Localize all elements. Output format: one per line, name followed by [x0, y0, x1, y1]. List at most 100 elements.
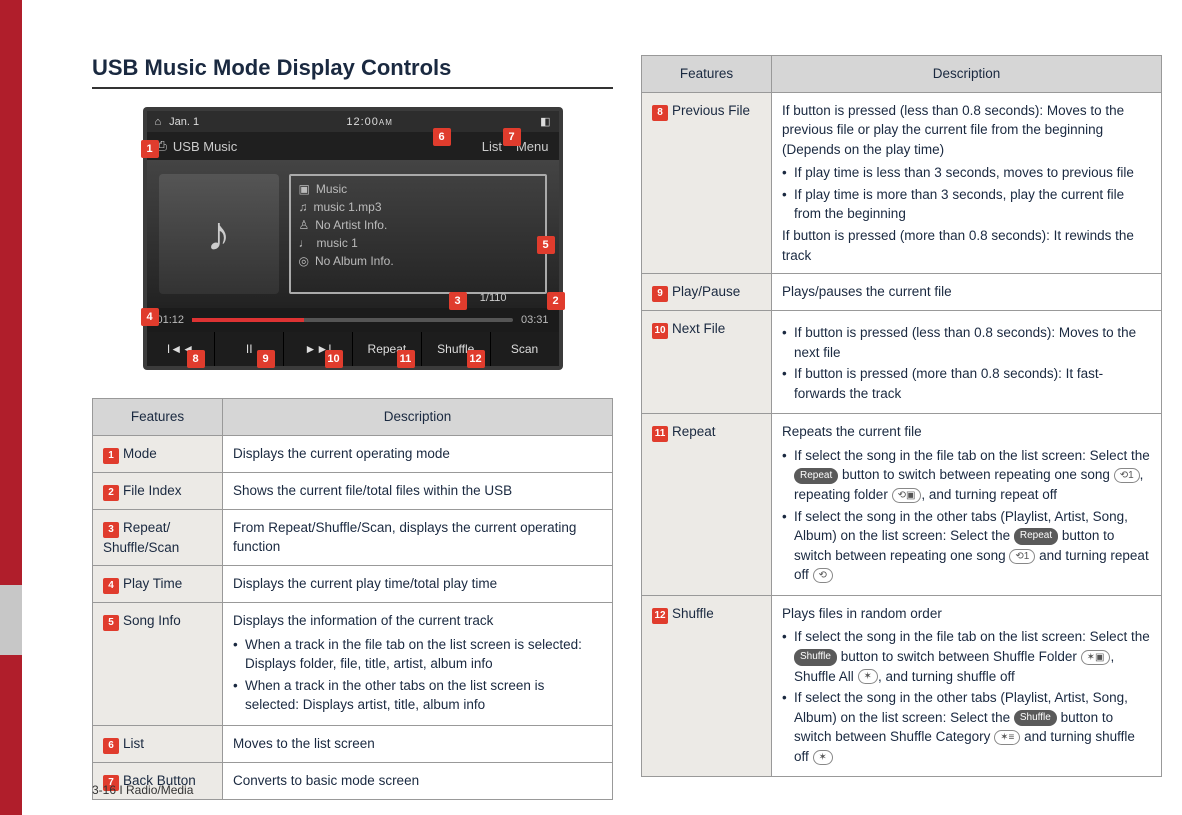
row-desc: Displays the current operating mode: [223, 435, 613, 472]
desc-bullet: If select the song in the other tabs (Pl…: [782, 507, 1151, 585]
table-row: 2 File Index Shows the current file/total…: [93, 472, 613, 509]
progress-bar[interactable]: [192, 318, 513, 322]
callout-5: 5: [537, 236, 555, 254]
row-desc: If button is pressed (less than 0.8 seco…: [772, 92, 1162, 274]
text: If select the song in the file tab on th…: [794, 629, 1150, 644]
folder-icon: ▣: [299, 182, 310, 196]
table-header-row: Features Description: [93, 399, 613, 436]
text: button to switch between Shuffle Folder: [837, 649, 1081, 664]
features-table-right: Features Description 8Previous File If b…: [641, 55, 1162, 777]
desc-outro: If button is pressed (more than 0.8 seco…: [782, 228, 1134, 263]
row-num: 1: [103, 448, 119, 464]
artist-icon: ♙: [299, 218, 310, 232]
row-feature: Repeat: [672, 424, 716, 439]
row-feature: Play/Pause: [672, 284, 740, 299]
info-file: music 1.mp3: [314, 200, 382, 214]
table-row: 1 Mode Displays the current operating mod…: [93, 435, 613, 472]
desc-intro: Repeats the current file: [782, 424, 922, 439]
table-row: 12 Shuffle Plays files in random order If…: [642, 595, 1162, 777]
desc-bullet: If play time is more than 3 seconds, pla…: [782, 185, 1151, 224]
status-date: Jan. 1: [169, 116, 199, 128]
callout-1: 1: [141, 140, 159, 158]
file-icon: ♫: [299, 200, 308, 214]
desc-bullet: If select the song in the other tabs (Pl…: [782, 688, 1151, 766]
shuffle-all-icon: ✶: [858, 669, 878, 684]
row-feature: Mode: [123, 446, 157, 461]
desc-intro: Plays files in random order: [782, 606, 942, 621]
album-art-icon: ♪: [159, 174, 279, 294]
text: button to switch between repeating one s…: [838, 467, 1113, 482]
prev-button[interactable]: I◄◄: [147, 332, 216, 366]
song-info-box: ▣ Music ♫ music 1.mp3 ♙ No Artist Info. ♩ mu…: [289, 174, 547, 294]
callout-4: 4: [141, 308, 159, 326]
home-icon: ⌂: [155, 116, 162, 128]
table-row: 9 Play/Pause Plays/pauses the current fil…: [642, 274, 1162, 311]
table-row: 4 Play Time Displays the current play tim…: [93, 566, 613, 603]
th-description: Description: [772, 56, 1162, 93]
row-feature: Next File: [672, 321, 725, 336]
row-desc: If button is pressed (less than 0.8 seco…: [772, 311, 1162, 414]
table-row: 6List Moves to the list screen: [93, 725, 613, 762]
row-num: 5: [103, 615, 119, 631]
callout-7: 7: [503, 128, 521, 146]
info-folder: Music: [316, 182, 347, 196]
left-column: USB Music Mode Display Controls ⌂ Jan. 1…: [92, 55, 613, 795]
row-feature: Play Time: [123, 576, 182, 591]
desc-intro: Displays the information of the current …: [233, 613, 493, 628]
row-desc: Converts to basic mode screen: [223, 762, 613, 799]
radio-icon: ◧: [540, 115, 550, 128]
menu-button[interactable]: Menu: [516, 139, 549, 154]
desc-bullet: If select the song in the file tab on th…: [782, 446, 1151, 505]
gray-side-tab: [0, 585, 22, 655]
info-artist: No Artist Info.: [315, 218, 387, 232]
row-num: 3: [103, 522, 119, 538]
row-num: 4: [103, 578, 119, 594]
row-num: 2: [103, 485, 119, 501]
row-desc: Plays/pauses the current file: [772, 274, 1162, 311]
table-row: 11Repeat Repeats the current file If sel…: [642, 414, 1162, 596]
callout-3: 3: [449, 292, 467, 310]
status-time: 12:00: [346, 116, 379, 128]
callout-2: 2: [547, 292, 565, 310]
table-header-row: Features Description: [642, 56, 1162, 93]
callout-9: 9: [257, 350, 275, 368]
row-feature: List: [123, 736, 144, 751]
info-title: music 1: [317, 236, 358, 250]
desc-bullet: If button is pressed (less than 0.8 seco…: [782, 323, 1151, 362]
text: , and turning repeat off: [921, 487, 1057, 502]
repeat-pill: Repeat: [1014, 528, 1058, 545]
desc-bullet: If select the song in the file tab on th…: [782, 627, 1151, 686]
scan-button[interactable]: Scan: [491, 332, 559, 366]
shuffle-pill: Shuffle: [1014, 710, 1057, 727]
callout-11: 11: [397, 350, 415, 368]
title-icon: ♩: [299, 236, 311, 250]
status-ampm: AM: [379, 118, 393, 127]
section-title: USB Music Mode Display Controls: [92, 55, 613, 89]
album-icon: ◎: [299, 254, 309, 268]
row-feature: File Index: [123, 483, 182, 498]
table-row: 10Next File If button is pressed (less t…: [642, 311, 1162, 414]
time-total: 03:31: [521, 314, 549, 326]
title-bar: ⎙ USB Music List Menu 1 6 7: [147, 132, 559, 160]
table-row: 8Previous File If button is pressed (les…: [642, 92, 1162, 274]
row-feature: Shuffle: [672, 606, 714, 621]
table-row: 3Repeat/ Shuffle/Scan From Repeat/Shuffl…: [93, 509, 613, 566]
desc-bullet: If button is pressed (more than 0.8 seco…: [782, 364, 1151, 403]
desc-bullet: When a track in the other tabs on the li…: [233, 676, 602, 715]
row-num: 6: [103, 738, 119, 754]
repeat-pill: Repeat: [794, 468, 838, 485]
shuffle-off-icon: ✶: [813, 750, 833, 765]
row-desc: Shows the current file/total files withi…: [223, 472, 613, 509]
row-desc: Displays the current play time/total pla…: [223, 566, 613, 603]
device-screenshot: ⌂ Jan. 1 12:00AM ◧ ⎙ USB Music List Menu…: [143, 107, 563, 370]
row-num: 12: [652, 608, 668, 624]
time-elapsed: 01:12: [157, 314, 185, 326]
screenshot-wrap: ⌂ Jan. 1 12:00AM ◧ ⎙ USB Music List Menu…: [143, 107, 563, 370]
row-num: 8: [652, 105, 668, 121]
status-bar: ⌂ Jan. 1 12:00AM ◧: [147, 111, 559, 132]
callout-10: 10: [325, 350, 343, 368]
text: , and turning shuffle off: [878, 669, 1015, 684]
row-num: 9: [652, 286, 668, 302]
next-button[interactable]: ►►I: [284, 332, 353, 366]
list-button[interactable]: List: [482, 139, 502, 154]
